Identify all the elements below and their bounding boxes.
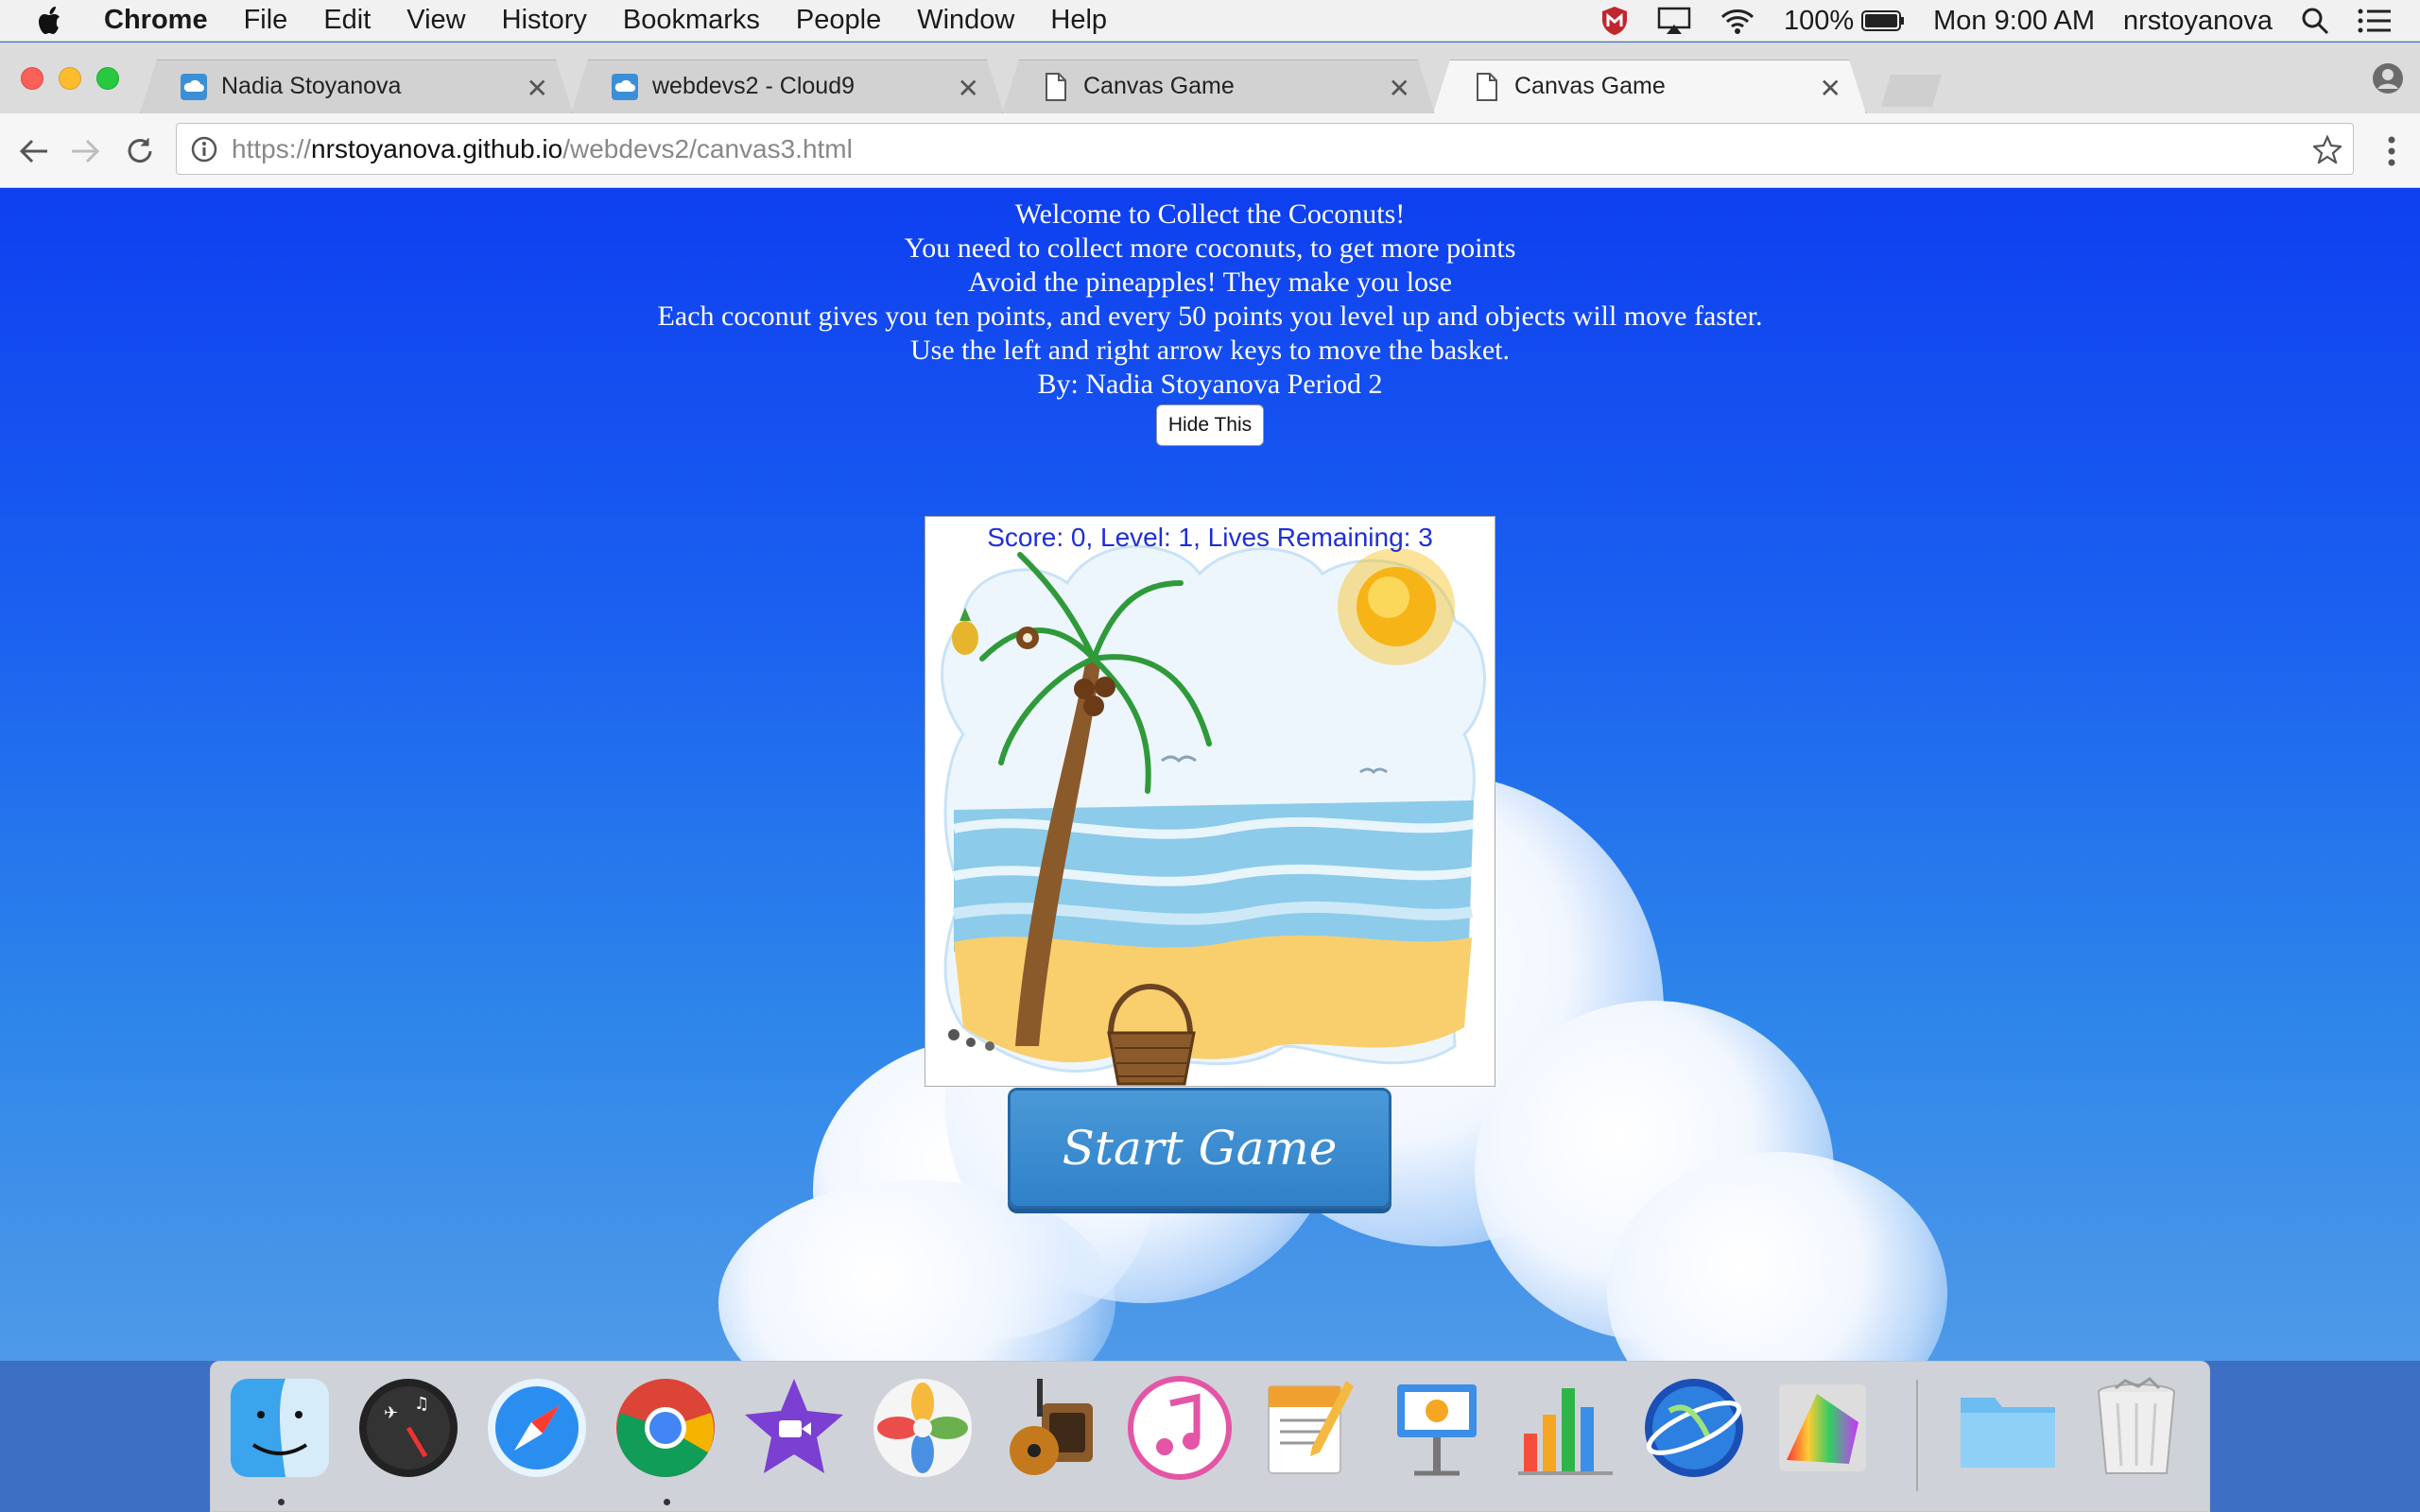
keynote-icon[interactable] bbox=[1384, 1375, 1490, 1481]
reload-icon[interactable] bbox=[121, 132, 159, 170]
menubar-user[interactable]: nrstoyanova bbox=[2123, 6, 2273, 37]
chrome-menu-icon[interactable] bbox=[2382, 130, 2401, 172]
close-tab-icon[interactable]: ✕ bbox=[1820, 73, 1841, 104]
back-arrow-icon[interactable] bbox=[15, 132, 53, 170]
spotlight-search-icon[interactable] bbox=[2301, 7, 2329, 35]
airplay-icon[interactable] bbox=[1657, 7, 1691, 35]
hide-this-button[interactable]: Hide This bbox=[1155, 404, 1265, 446]
dock-separator bbox=[1916, 1380, 1918, 1491]
battery-icon[interactable] bbox=[1861, 9, 1905, 32]
google-earth-icon[interactable] bbox=[1641, 1375, 1747, 1481]
close-tab-icon[interactable]: ✕ bbox=[958, 73, 979, 104]
start-game-button[interactable]: Start Game bbox=[1008, 1088, 1392, 1209]
close-tab-icon[interactable]: ✕ bbox=[527, 73, 548, 104]
menu-file[interactable]: File bbox=[244, 5, 288, 36]
menu-bar: Chrome File Edit View History Bookmarks … bbox=[0, 0, 2420, 42]
page-viewport: Welcome to Collect the Coconuts! You nee… bbox=[0, 188, 2420, 1361]
battery-percent: 100% bbox=[1783, 5, 1855, 36]
numbers-icon[interactable] bbox=[1512, 1375, 1618, 1481]
menu-people[interactable]: People bbox=[796, 5, 881, 36]
instruction-line: Avoid the pineapples! They make you lose bbox=[967, 266, 1453, 298]
beach-scene-illustration bbox=[941, 544, 1486, 1086]
garageband-icon[interactable] bbox=[998, 1375, 1104, 1481]
profile-icon[interactable] bbox=[2371, 61, 2405, 95]
safari-icon[interactable] bbox=[484, 1375, 590, 1481]
menu-bookmarks[interactable]: Bookmarks bbox=[623, 5, 760, 36]
url-path: /webdevs2/canvas3.html bbox=[562, 133, 853, 163]
instruction-line: You need to collect more coconuts, to ge… bbox=[904, 232, 1516, 264]
minimize-window-button[interactable] bbox=[59, 67, 81, 90]
photos-icon[interactable] bbox=[870, 1375, 976, 1481]
forward-arrow-icon[interactable] bbox=[66, 132, 104, 170]
cloud9-icon bbox=[611, 73, 639, 101]
menu-edit[interactable]: Edit bbox=[323, 5, 371, 36]
menu-window[interactable]: Window bbox=[917, 5, 1014, 36]
tab-title: Canvas Game bbox=[1083, 73, 1235, 99]
dashboard-icon[interactable]: ✈ ♫ bbox=[355, 1375, 461, 1481]
running-indicator bbox=[664, 1499, 670, 1505]
menu-app-chrome[interactable]: Chrome bbox=[104, 5, 208, 36]
apple-menu-icon[interactable] bbox=[38, 6, 76, 36]
cloud9-icon bbox=[180, 73, 208, 101]
tab-strip: Nadia Stoyanova ✕ webdevs2 - Cloud9 ✕ Ca… bbox=[0, 43, 2420, 113]
browser-window: Nadia Stoyanova ✕ webdevs2 - Cloud9 ✕ Ca… bbox=[0, 43, 2420, 1361]
game-canvas[interactable]: Score: 0, Level: 1, Lives Remaining: 3 bbox=[925, 516, 1495, 1087]
instruction-line: Use the left and right arrow keys to mov… bbox=[910, 335, 1510, 366]
sun bbox=[1338, 548, 1455, 665]
document-icon bbox=[1042, 72, 1070, 101]
url-text: https://nrstoyanova.github.io/webdevs2/c… bbox=[232, 134, 853, 164]
trash-icon[interactable] bbox=[2083, 1375, 2189, 1481]
wifi-icon[interactable] bbox=[1720, 7, 1755, 35]
imovie-icon[interactable] bbox=[741, 1375, 847, 1481]
svg-text:✈: ✈ bbox=[384, 1403, 398, 1423]
tab-title: Canvas Game bbox=[1514, 73, 1666, 99]
pages-icon[interactable] bbox=[1255, 1375, 1361, 1481]
menubar-clock[interactable]: Mon 9:00 AM bbox=[1933, 6, 2095, 37]
chrome-icon[interactable] bbox=[613, 1375, 718, 1481]
tab-webdevs2-cloud9[interactable]: webdevs2 - Cloud9 ✕ bbox=[571, 60, 1004, 113]
menu-history[interactable]: History bbox=[502, 5, 587, 36]
close-tab-icon[interactable]: ✕ bbox=[1389, 73, 1410, 104]
notification-center-icon[interactable] bbox=[2358, 8, 2392, 34]
finder-icon[interactable] bbox=[227, 1375, 333, 1481]
tab-canvas-game-active[interactable]: Canvas Game ✕ bbox=[1433, 60, 1866, 113]
site-info-icon[interactable] bbox=[190, 135, 218, 163]
tab-title: Nadia Stoyanova bbox=[221, 73, 402, 99]
game-instructions: Welcome to Collect the Coconuts! You nee… bbox=[0, 198, 2420, 446]
url-host: nrstoyanova.github.io bbox=[311, 133, 563, 163]
menu-view[interactable]: View bbox=[406, 5, 465, 36]
tab-title: webdevs2 - Cloud9 bbox=[652, 73, 856, 99]
svg-text:♫: ♫ bbox=[414, 1394, 429, 1414]
document-icon bbox=[1473, 72, 1501, 101]
running-indicator bbox=[278, 1499, 285, 1505]
score-display: Score: 0, Level: 1, Lives Remaining: 3 bbox=[987, 523, 1433, 552]
mcafee-shield-icon[interactable] bbox=[1600, 6, 1629, 36]
url-scheme: https:// bbox=[232, 133, 312, 163]
grapher-icon[interactable] bbox=[1770, 1375, 1876, 1481]
menu-help[interactable]: Help bbox=[1050, 5, 1107, 36]
coconut-sprite bbox=[1016, 627, 1039, 649]
bookmark-star-icon[interactable] bbox=[2311, 134, 2343, 165]
new-tab-button[interactable] bbox=[1881, 75, 1942, 107]
instruction-line: Welcome to Collect the Coconuts! bbox=[1014, 198, 1406, 230]
itunes-icon[interactable] bbox=[1127, 1375, 1233, 1481]
address-bar[interactable]: https://nrstoyanova.github.io/webdevs2/c… bbox=[176, 123, 2354, 175]
instruction-line: Each coconut gives you ten points, and e… bbox=[657, 301, 1763, 332]
tab-nadia-stoyanova[interactable]: Nadia Stoyanova ✕ bbox=[140, 60, 573, 113]
close-window-button[interactable] bbox=[21, 67, 43, 90]
instruction-line: By: Nadia Stoyanova Period 2 bbox=[1037, 369, 1383, 400]
folder-icon[interactable] bbox=[1955, 1375, 2061, 1481]
zoom-window-button[interactable] bbox=[96, 67, 119, 90]
browser-toolbar: https://nrstoyanova.github.io/webdevs2/c… bbox=[0, 113, 2420, 188]
tab-canvas-game-1[interactable]: Canvas Game ✕ bbox=[1002, 60, 1435, 113]
